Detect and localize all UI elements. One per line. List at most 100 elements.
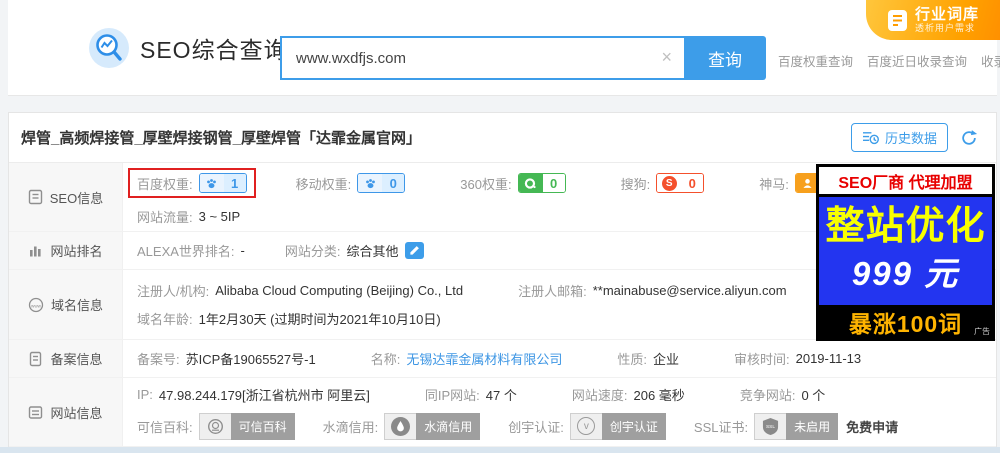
section-icp-info: 备案信息: [9, 340, 123, 377]
seo-doc-icon: [28, 189, 43, 205]
audit-time-value: 2019-11-13: [795, 351, 862, 366]
baidu-weight-badge[interactable]: 1: [198, 173, 247, 193]
trusted-encyclopedia-badge[interactable]: 可信百科: [198, 412, 295, 440]
registrant-email-label: 注册人邮箱:: [518, 284, 587, 299]
globe-www-icon: www: [28, 297, 44, 313]
nature-value: 企业: [652, 352, 679, 367]
free-apply-link[interactable]: 免费申请: [846, 417, 898, 436]
baidu-weight-label: 百度权重:: [137, 176, 193, 192]
site-rank-label: 网站排名: [50, 244, 103, 259]
query-button[interactable]: 查询: [684, 36, 766, 80]
site-speed-value: 206 毫秒: [633, 387, 685, 403]
link-baidu-weight-query[interactable]: 百度权重查询: [778, 51, 853, 70]
bar-chart-icon: [28, 243, 43, 258]
chuangyu-cert-badge[interactable]: v 创宇认证: [569, 412, 666, 440]
sogou-weight-badge[interactable]: S 0: [656, 173, 705, 193]
same-ip-label: 同IP网站:: [424, 387, 480, 403]
icp-number-value: 苏ICP备19065527号-1: [185, 352, 316, 367]
edit-category-icon[interactable]: [404, 242, 424, 259]
ssl-cert-badge[interactable]: SSL 未启用: [754, 412, 839, 440]
site-speed-label: 网站速度:: [571, 387, 628, 403]
same-ip-value: 47 个: [485, 387, 517, 403]
water-drop-credit-label: 水滴信用:: [322, 419, 379, 435]
sogou-weight-value: 0: [681, 174, 704, 192]
section-site-rank: 网站排名: [9, 232, 123, 269]
registrant-value: Alibaba Cloud Computing (Beijing) Co., L…: [215, 283, 464, 298]
trusted-encyclopedia-label: 可信百科:: [137, 419, 193, 435]
alexa-rank-value: -: [240, 243, 245, 258]
site-category-value: 综合其他: [346, 244, 399, 259]
ad-bottom-text: 暴涨100词: [848, 310, 963, 337]
sogou-weight-label: 搜狗:: [620, 176, 651, 192]
website-info-label: 网站信息: [50, 405, 103, 421]
baidu-weight-value: 1: [223, 174, 246, 192]
list-icon: [28, 405, 43, 420]
alexa-rank-label: ALEXA世界排名:: [137, 244, 235, 259]
logo: SEO综合查询: [88, 27, 288, 69]
traffic-value: 3 ~ 5IP: [198, 209, 241, 224]
registrant-label: 注册人/机构:: [137, 284, 210, 299]
logo-text: SEO综合查询: [140, 37, 288, 63]
seo-logo-icon: [88, 27, 130, 69]
so360-weight-label: 360权重:: [460, 176, 512, 192]
so360-weight-value: 0: [542, 174, 565, 192]
ad-tag: 广告: [974, 327, 990, 336]
history-button-label: 历史数据: [884, 131, 937, 146]
domain-age-label: 域名年龄:: [137, 312, 193, 327]
ip-value: 47.98.244.179[浙江省杭州市 阿里云]: [158, 387, 370, 403]
domain-age-value: 1年2月30天 (过期时间为2021年10月10日): [198, 312, 441, 327]
seo-info-label: SEO信息: [49, 190, 104, 206]
ad-main-text: 整站优化: [825, 204, 986, 248]
mobile-weight-label: 移动权重:: [295, 176, 352, 192]
header-links: 百度权重查询 百度近日收录查询 收录查询: [778, 51, 1000, 70]
water-drop-credit-badge-label: 水滴信用: [416, 412, 481, 440]
svg-text:SSL: SSL: [766, 423, 775, 429]
water-drop-icon: [384, 412, 417, 440]
history-list-clock-icon: [862, 130, 879, 145]
link-baidu-recent-index-query[interactable]: 百度近日收录查询: [867, 51, 967, 70]
ssl-shield-icon: SSL: [754, 412, 787, 440]
water-drop-credit-badge[interactable]: 水滴信用: [384, 412, 481, 440]
history-data-button[interactable]: 历史数据: [850, 123, 948, 152]
icp-number-label: 备案号:: [137, 352, 180, 367]
icp-info-row: 备案信息 备案号: 苏ICP备19065527号-1 名称: 无锡达霏金属材料有…: [9, 340, 996, 378]
baidu-weight-highlight-box: 百度权重: 1: [128, 168, 256, 198]
ribbon-subtitle: 透析用户需求: [914, 23, 975, 34]
site-category-label: 网站分类:: [284, 244, 341, 259]
bottom-strip: [0, 447, 1000, 453]
v-cert-icon: v: [569, 412, 602, 440]
document-icon: [887, 9, 908, 32]
so360-ring-icon: [518, 174, 543, 192]
company-name-label: 名称:: [370, 352, 401, 367]
competitor-value: 0 个: [801, 387, 826, 403]
domain-info-label: 域名信息: [50, 298, 103, 313]
icp-info-label: 备案信息: [50, 352, 103, 367]
ad-headline: SEO厂商 代理加盟: [819, 167, 992, 194]
search-bar: × 查询: [280, 36, 766, 80]
chuangyu-cert-badge-label: 创宇认证: [601, 412, 666, 440]
clear-icon[interactable]: ×: [661, 47, 672, 68]
so360-weight-badge[interactable]: 0: [517, 173, 566, 193]
competitor-label: 竞争网站:: [739, 387, 796, 403]
link-index-query[interactable]: 收录查询: [981, 51, 1000, 70]
ssl-cert-label: SSL证书:: [693, 419, 749, 435]
ad-banner[interactable]: SEO厂商 代理加盟 整站优化 999 元 暴涨100词 广告: [816, 164, 995, 341]
chuangyu-cert-label: 创宇认证:: [508, 419, 564, 435]
mobile-paw-icon: [358, 174, 383, 192]
ad-price: 999 元: [851, 255, 960, 293]
company-name-link[interactable]: 无锡达霏金属材料有限公司: [406, 349, 562, 368]
section-website-info: 网站信息: [9, 378, 123, 446]
mobile-weight-value: 0: [382, 174, 405, 192]
ssl-cert-badge-label: 未启用: [786, 412, 839, 440]
shenma-weight-label: 神马:: [759, 176, 789, 192]
ribbon-title: 行业词库: [914, 6, 979, 24]
header: SEO综合查询 × 查询 百度权重查询 百度近日收录查询 收录查询: [8, 0, 1000, 96]
search-input[interactable]: [280, 36, 684, 80]
baidu-paw-icon: [199, 174, 224, 192]
refresh-icon[interactable]: [960, 129, 978, 147]
svg-text:www: www: [31, 303, 42, 308]
mobile-weight-badge[interactable]: 0: [357, 173, 406, 193]
traffic-label: 网站流量:: [137, 210, 193, 225]
page-title: 焊管_高频焊接管_厚壁焊接钢管_厚壁焊管「达霏金属官网」: [21, 130, 422, 147]
industry-thesaurus-ribbon[interactable]: 行业词库 透析用户需求: [866, 0, 1000, 40]
